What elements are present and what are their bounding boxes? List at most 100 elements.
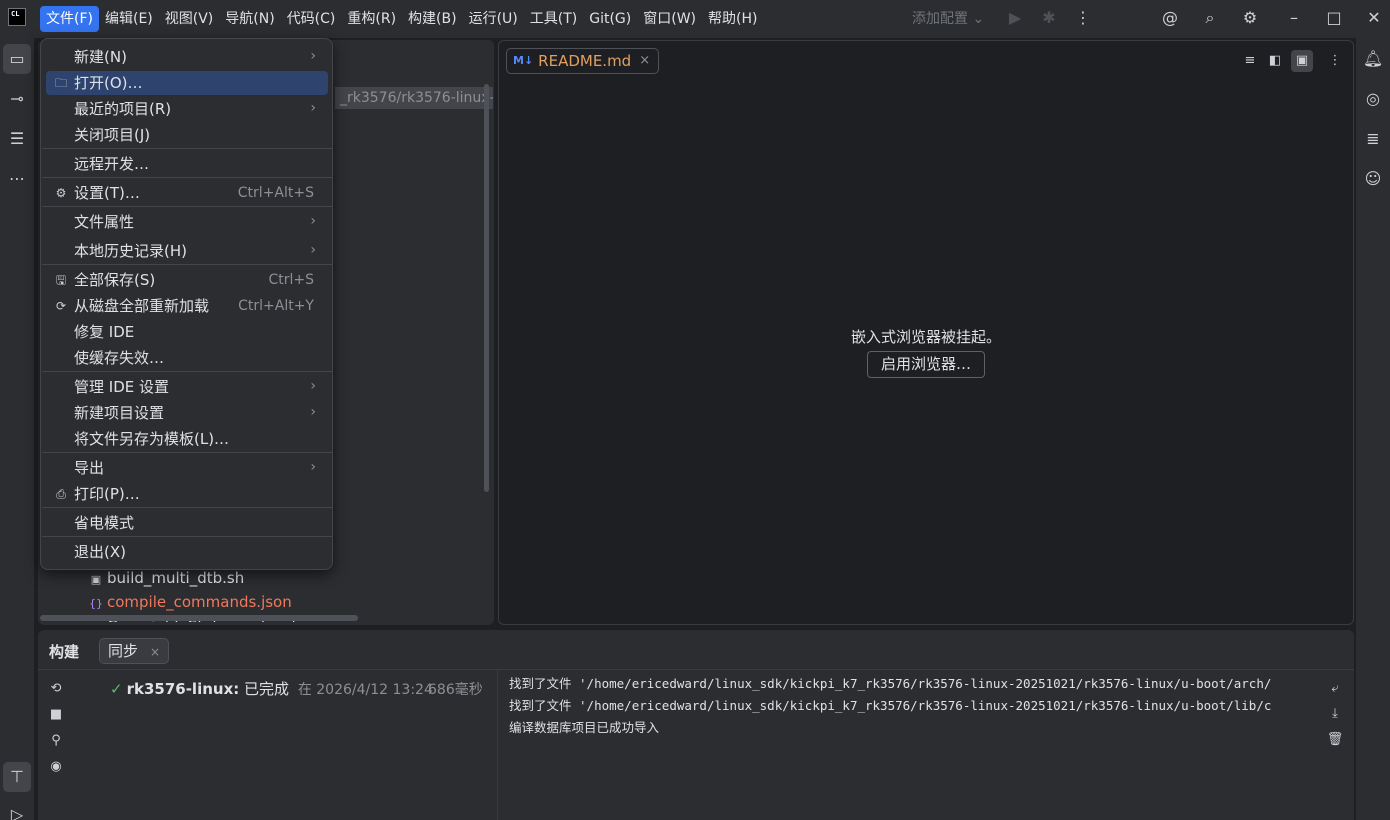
structure-icon[interactable]: ☰	[0, 124, 34, 154]
menu-item-label: 从磁盘全部重新加载	[74, 297, 210, 315]
build-result-row[interactable]: ✓ rk3576-linux: 已完成 在 2026/4/12 13:24	[110, 678, 433, 699]
menu-item-label: 使缓存失效…	[74, 349, 165, 367]
project-folder-icon[interactable]: ▭	[3, 44, 31, 74]
close-window-icon[interactable]: ✕	[1363, 7, 1385, 29]
file-menu-item[interactable]: 退出(X)	[46, 540, 328, 564]
file-menu-item[interactable]: 本地历史记录(H) ›	[46, 239, 328, 263]
debug-icon[interactable]: ✱	[1038, 7, 1060, 29]
file-menu-item[interactable]: 修复 IDE	[46, 320, 328, 344]
maximize-window-icon[interactable]: □	[1323, 7, 1345, 29]
file-menu-item[interactable]: ⎙ 打印(P)…	[46, 482, 328, 506]
ai-assistant-icon[interactable]: @	[1159, 7, 1181, 29]
file-menu-item[interactable]: 新建项目设置 ›	[46, 401, 328, 425]
file-menu-dropdown: 新建(N) › 🗀︎ 打开(O)… 最近的项目(R) › 关闭项目(J) 远程开发… ⚙ 设置(T…	[40, 38, 333, 570]
stop-icon[interactable]: ■	[45, 704, 67, 726]
copilot-robot-icon[interactable]: ☺	[1356, 164, 1390, 194]
file-menu-item[interactable]: 文件属性 ›	[46, 210, 328, 234]
json-icon: {}	[89, 597, 103, 610]
project-file-item[interactable]: {} compile_commands.json	[88, 590, 488, 614]
gear-icon[interactable]: ⚙	[1239, 7, 1261, 29]
editor-tab-readme[interactable]: M↓ README.md ×	[506, 48, 660, 74]
reload-icon: ⟳	[55, 299, 67, 313]
file-menu-item[interactable]: 新建(N) ›	[46, 45, 328, 69]
pin-icon[interactable]: ⚲	[45, 730, 67, 752]
file-menu-item[interactable]: 将文件另存为模板(L)…	[46, 427, 328, 451]
chevron-right-icon: ›	[310, 404, 316, 420]
sync-tab[interactable]: 同步 ×	[99, 638, 170, 664]
file-menu-item[interactable]: 🖫︎ 全部保存(S) Ctrl+S	[46, 268, 328, 292]
file-menu-item[interactable]: 最近的项目(R) ›	[46, 97, 328, 121]
menu-6[interactable]: 构建(B)	[402, 6, 463, 32]
scroll-to-end-icon[interactable]: ⤓	[1325, 706, 1345, 726]
run-tool-icon[interactable]: ▷	[0, 800, 34, 820]
build-header-divider	[38, 669, 1354, 670]
menu-7[interactable]: 运行(U)	[463, 6, 524, 32]
more-vertical-icon[interactable]: ⋮	[1072, 7, 1094, 29]
menu-3[interactable]: 导航(N)	[219, 6, 280, 32]
close-tab-icon[interactable]: ×	[639, 49, 650, 73]
minimize-window-icon[interactable]: –	[1283, 7, 1305, 29]
file-name: build_multi_dtb.sh	[107, 569, 245, 587]
run-configuration-dropdown[interactable]: 添加配置 ⌄	[912, 6, 984, 32]
database-icon[interactable]: ≣	[1356, 124, 1390, 154]
editor-and-preview-icon[interactable]: ◧	[1264, 50, 1286, 72]
gear-icon: ⚙	[55, 186, 67, 200]
project-vertical-scrollbar[interactable]	[484, 84, 489, 492]
menu-1[interactable]: 编辑(E)	[99, 6, 159, 32]
menu-item-shortcut: Ctrl+S	[268, 272, 314, 288]
editor-only-icon[interactable]: ≡	[1239, 50, 1261, 72]
view-options-eye-icon[interactable]: ◉	[45, 756, 67, 778]
soft-wrap-icon[interactable]: ⤶	[1325, 681, 1345, 701]
menu-8[interactable]: 工具(T)	[524, 6, 583, 32]
build-duration: 686毫秒	[428, 682, 483, 698]
menu-10[interactable]: 窗口(W)	[637, 6, 702, 32]
menu-item-label: 最近的项目(R)	[74, 100, 172, 118]
chevron-right-icon: ›	[310, 242, 316, 258]
resync-icon[interactable]: ⟲	[45, 678, 67, 700]
menu-item-label: 新建(N)	[74, 48, 127, 66]
clear-trash-icon[interactable]: 🗑︎	[1325, 732, 1345, 752]
menu-item-label: 文件属性	[74, 213, 135, 231]
file-menu-item[interactable]: 导出 ›	[46, 456, 328, 480]
menu-separator	[42, 536, 332, 537]
menu-2[interactable]: 视图(V)	[159, 6, 220, 32]
ai-chat-icon[interactable]: ◎	[1356, 84, 1390, 114]
menu-4[interactable]: 代码(C)	[281, 6, 342, 32]
file-menu-item[interactable]: ⟳ 从磁盘全部重新加载 Ctrl+Alt+Y	[46, 294, 328, 318]
editor-tab-label: README.md	[538, 52, 632, 70]
file-menu-item[interactable]: 使缓存失效…	[46, 346, 328, 370]
more-tools-icon[interactable]: ⋯	[0, 164, 34, 194]
folder-icon: 🗀︎	[54, 76, 67, 90]
file-menu-item[interactable]: 省电模式	[46, 511, 328, 535]
file-menu-item[interactable]: 关闭项目(J)	[46, 123, 328, 147]
enable-browser-button[interactable]: 启用浏览器…	[867, 351, 985, 378]
project-horizontal-scrollbar[interactable]	[40, 615, 358, 621]
menu-item-label: 退出(X)	[74, 543, 126, 561]
menu-5[interactable]: 重构(R)	[341, 6, 402, 32]
menu-9[interactable]: Git(G)	[583, 6, 637, 32]
close-tab-icon[interactable]: ×	[150, 645, 160, 659]
menu-item-label: 省电模式	[74, 514, 135, 532]
file-menu-item[interactable]: 🗀︎ 打开(O)…	[46, 71, 328, 95]
run-icon[interactable]: ▶	[1004, 7, 1026, 29]
menu-11[interactable]: 帮助(H)	[702, 6, 763, 32]
build-splitter[interactable]	[497, 670, 498, 820]
file-menu-item[interactable]: 远程开发…	[46, 152, 328, 176]
console-line: 找到了文件 '/home/ericedward/linux_sdk/kickpi…	[509, 698, 1272, 713]
editor-more-icon[interactable]: ⋮	[1324, 50, 1346, 72]
file-menu-item[interactable]: 管理 IDE 设置 ›	[46, 375, 328, 399]
menu-item-label: 全部保存(S)	[74, 271, 156, 289]
print-icon: ⎙	[56, 487, 66, 501]
notifications-bell-icon[interactable]: 🔔︎	[1356, 44, 1390, 74]
menu-item-label: 设置(T)…	[74, 184, 140, 202]
menu-0[interactable]: 文件(F)	[40, 6, 99, 32]
commit-icon[interactable]: ⊸	[0, 84, 34, 114]
search-icon[interactable]: ⌕	[1199, 7, 1221, 29]
build-timestamp: 在 2026/4/12 13:24	[297, 682, 433, 698]
shell-script-icon: ▣	[90, 573, 102, 586]
markdown-icon: M↓	[513, 54, 534, 67]
main-menu-bar: 文件(F) 编辑(E) 视图(V) 导航(N) 代码(C) 重构(R) 构建(B) 运行(U)…	[40, 6, 763, 32]
build-tool-icon[interactable]: ⊤	[3, 762, 31, 792]
preview-only-icon[interactable]: ▣	[1291, 50, 1313, 72]
file-menu-item[interactable]: ⚙ 设置(T)… Ctrl+Alt+S	[46, 181, 328, 205]
